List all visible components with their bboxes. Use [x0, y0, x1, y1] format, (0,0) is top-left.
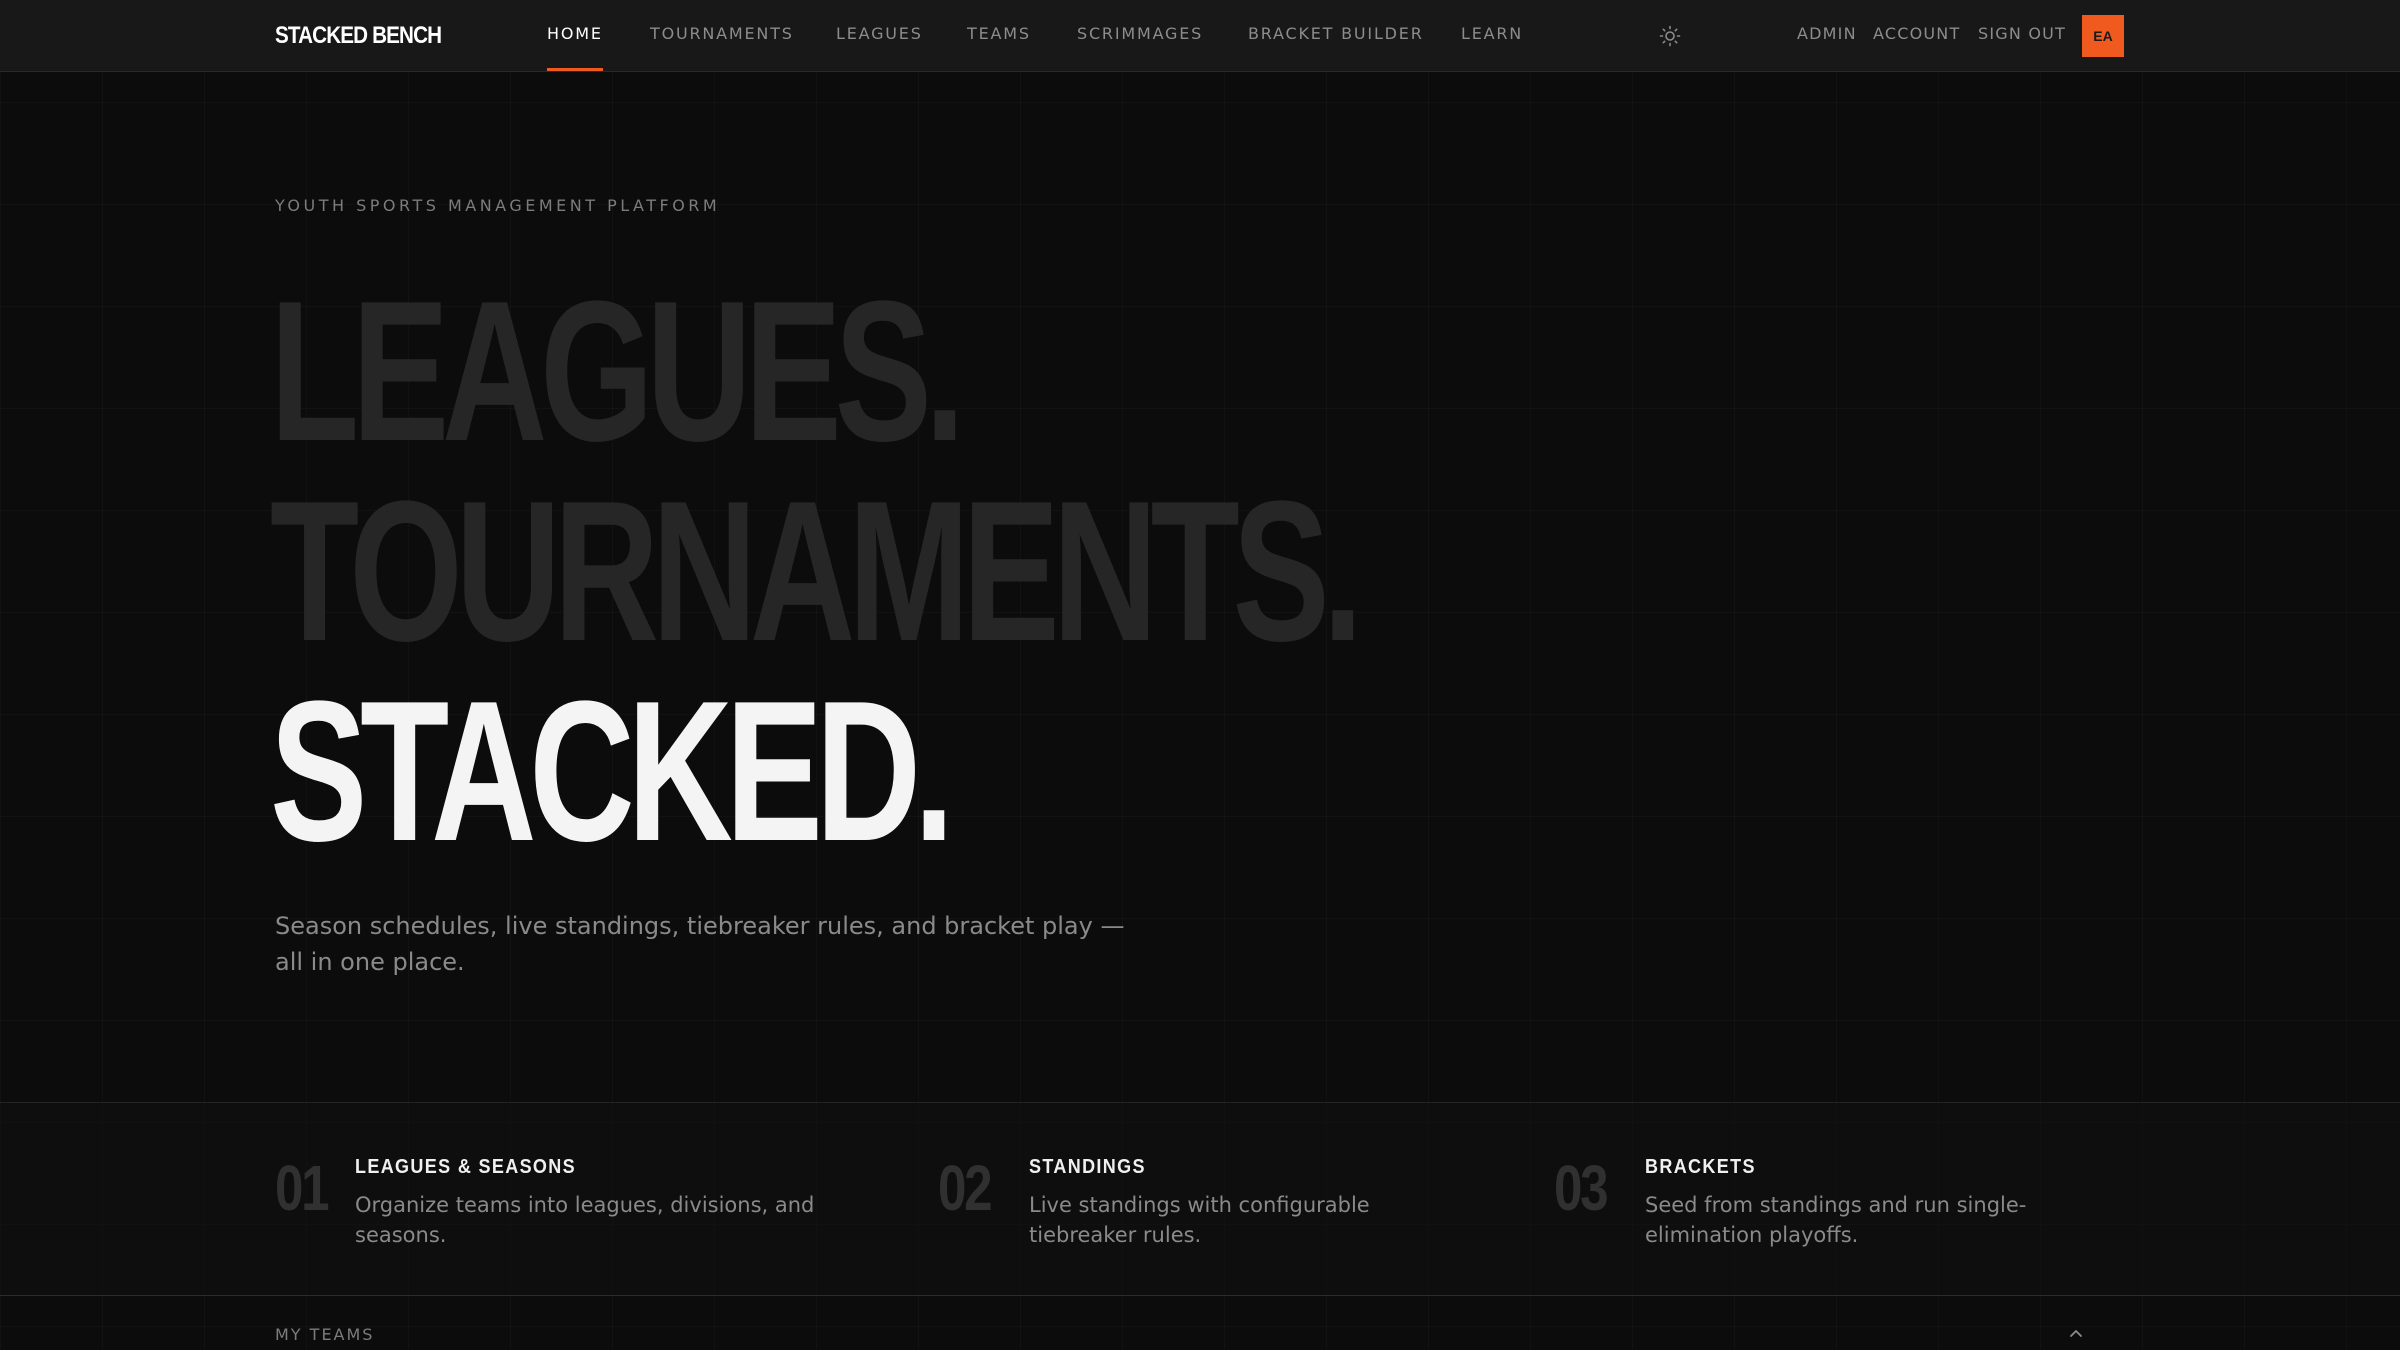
sun-icon [1659, 25, 1681, 47]
nav-item-bracket-builder[interactable]: BRACKET BUILDER [1248, 24, 1424, 43]
feature-title: STANDINGS [1029, 1156, 1146, 1178]
hero-line-stacked: STACKED. [270, 660, 954, 883]
nav-item-tournaments[interactable]: TOURNAMENTS [650, 24, 794, 43]
feature-number: 03 [1554, 1152, 1609, 1224]
chevron-up-icon [2070, 1330, 2082, 1337]
nav-item-scrimmages[interactable]: SCRIMMAGES [1077, 24, 1203, 43]
brand-logo[interactable]: STACKED BENCH [275, 22, 442, 50]
feature-number: 02 [938, 1152, 993, 1224]
top-navbar: STACKED BENCH HOME TOURNAMENTS LEAGUES T… [0, 0, 2400, 72]
account-link[interactable]: ACCOUNT [1873, 24, 1960, 43]
hero-line-tournaments: TOURNAMENTS. [270, 460, 1363, 683]
user-avatar[interactable]: EA [2082, 15, 2124, 57]
hero-eyebrow: YOUTH SPORTS MANAGEMENT PLATFORM [275, 196, 721, 215]
theme-toggle-button[interactable] [1658, 24, 1682, 48]
feature-description: Organize teams into leagues, divisions, … [355, 1193, 815, 1247]
active-nav-indicator [547, 68, 603, 71]
feature-description: Live standings with configurable tiebrea… [1029, 1193, 1370, 1247]
hero-subtitle: Season schedules, live standings, tiebre… [275, 912, 1125, 976]
feature-description: Seed from standings and run single-elimi… [1645, 1193, 2027, 1247]
feature-title: LEAGUES & SEASONS [355, 1156, 576, 1178]
feature-number: 01 [275, 1152, 330, 1224]
nav-item-home[interactable]: HOME [547, 24, 603, 43]
my-teams-collapse-button[interactable] [2064, 1324, 2088, 1344]
nav-item-teams[interactable]: TEAMS [967, 24, 1031, 43]
admin-link[interactable]: ADMIN [1797, 24, 1857, 43]
hero-line-leagues: LEAGUES. [270, 260, 965, 483]
nav-item-learn[interactable]: LEARN [1461, 24, 1523, 43]
feature-title: BRACKETS [1645, 1156, 1756, 1178]
my-teams-label: MY TEAMS [275, 1325, 375, 1344]
nav-item-leagues[interactable]: LEAGUES [836, 24, 923, 43]
sign-out-link[interactable]: SIGN OUT [1978, 24, 2066, 43]
